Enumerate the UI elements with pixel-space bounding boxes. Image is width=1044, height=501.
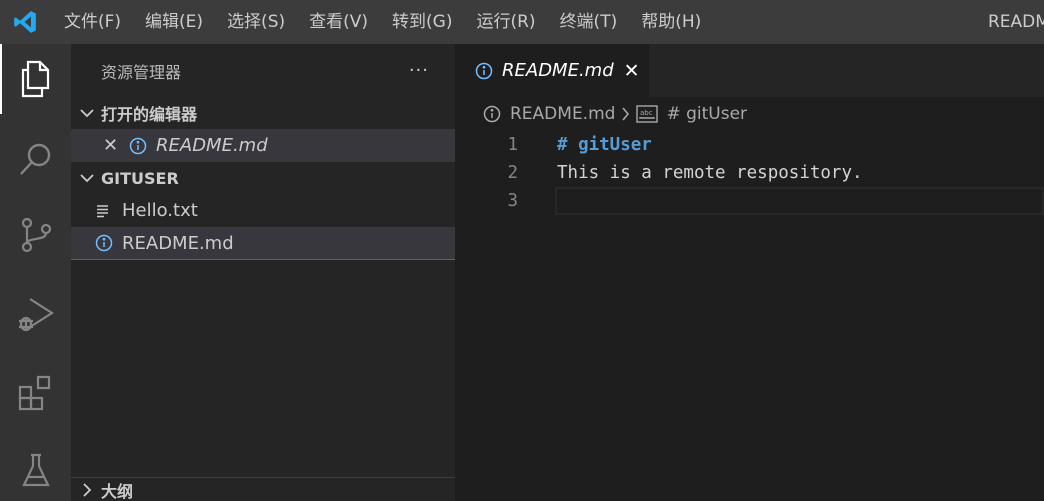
line-text: # gitUser: [557, 135, 652, 155]
chevron-right-icon: [77, 482, 97, 497]
code-line: 1 # gitUser: [455, 131, 1044, 159]
editor-area: README.md ✕ README.md abc # gitUser 1 # …: [455, 44, 1044, 501]
menu-edit[interactable]: 编辑(E): [133, 0, 215, 44]
file-item-hello[interactable]: Hello.txt: [71, 194, 455, 227]
menu-bar: 文件(F) 编辑(E) 选择(S) 查看(V) 转到(G) 运行(R) 终端(T…: [50, 0, 713, 44]
explorer-sidebar: 资源管理器 ··· 打开的编辑器 ✕ README.md GITUSER Hel…: [71, 44, 455, 501]
code-editor[interactable]: 1 # gitUser 2 This is a remote resposito…: [455, 131, 1044, 215]
breadcrumb-file[interactable]: README.md: [510, 104, 615, 124]
window-title: README: [988, 12, 1044, 32]
sidebar-header: 资源管理器 ···: [71, 44, 455, 97]
current-line-highlight: [555, 187, 1044, 215]
info-icon: [129, 137, 151, 155]
info-icon: [95, 234, 117, 252]
title-bar: 文件(F) 编辑(E) 选择(S) 查看(V) 转到(G) 运行(R) 终端(T…: [0, 0, 1044, 44]
file-name: README.md: [122, 232, 234, 254]
outline-header[interactable]: 大纲: [71, 477, 455, 501]
menu-terminal[interactable]: 终端(T): [548, 0, 630, 44]
workspace-header[interactable]: GITUSER: [71, 162, 455, 194]
chevron-right-icon: [621, 107, 630, 121]
extensions-icon[interactable]: [0, 358, 71, 428]
breadcrumb-symbol[interactable]: # gitUser: [666, 104, 747, 124]
menu-help[interactable]: 帮助(H): [629, 0, 713, 44]
file-name: Hello.txt: [122, 200, 198, 221]
info-icon: [475, 62, 497, 80]
line-text: This is a remote respository.: [557, 163, 863, 183]
search-icon[interactable]: [0, 124, 71, 194]
explorer-icon[interactable]: [0, 44, 71, 114]
outline-label: 大纲: [101, 481, 134, 501]
code-line: 2 This is a remote respository.: [455, 159, 1044, 187]
vscode-logo-icon: [0, 0, 50, 44]
line-number: 1: [507, 135, 518, 155]
chevron-down-icon: [77, 108, 97, 118]
workspace-label: GITUSER: [101, 168, 179, 188]
file-item-readme[interactable]: README.md: [71, 227, 455, 260]
code-line: 3: [455, 187, 1044, 215]
menu-file[interactable]: 文件(F): [50, 0, 133, 44]
menu-run[interactable]: 运行(R): [464, 0, 547, 44]
sidebar-title: 资源管理器: [101, 62, 182, 82]
menu-selection[interactable]: 选择(S): [215, 0, 297, 44]
open-editor-filename: README.md: [156, 135, 268, 156]
testing-icon[interactable]: [0, 436, 71, 501]
menu-view[interactable]: 查看(V): [297, 0, 380, 44]
activity-bar: [0, 44, 71, 501]
tab-readme[interactable]: README.md ✕: [455, 44, 649, 97]
tab-bar: README.md ✕: [455, 44, 1044, 97]
line-number: 2: [507, 163, 518, 183]
source-control-icon[interactable]: [0, 200, 71, 270]
open-editor-item[interactable]: ✕ README.md: [71, 129, 455, 162]
close-icon[interactable]: ✕: [103, 135, 125, 156]
tab-label: README.md: [502, 60, 614, 81]
open-editors-header[interactable]: 打开的编辑器: [71, 97, 455, 129]
run-debug-icon[interactable]: [0, 280, 71, 350]
info-icon: [483, 105, 505, 123]
line-number: 3: [507, 191, 518, 211]
string-symbol-icon: abc: [636, 105, 659, 123]
more-actions-button[interactable]: ···: [409, 60, 429, 81]
breadcrumb: README.md abc # gitUser: [455, 97, 1044, 131]
svg-text:abc: abc: [640, 109, 653, 117]
chevron-down-icon: [77, 173, 97, 183]
menu-go[interactable]: 转到(G): [380, 0, 464, 44]
open-editors-label: 打开的编辑器: [101, 105, 198, 124]
tab-close-button[interactable]: ✕: [624, 60, 640, 82]
text-file-icon: [95, 204, 117, 218]
